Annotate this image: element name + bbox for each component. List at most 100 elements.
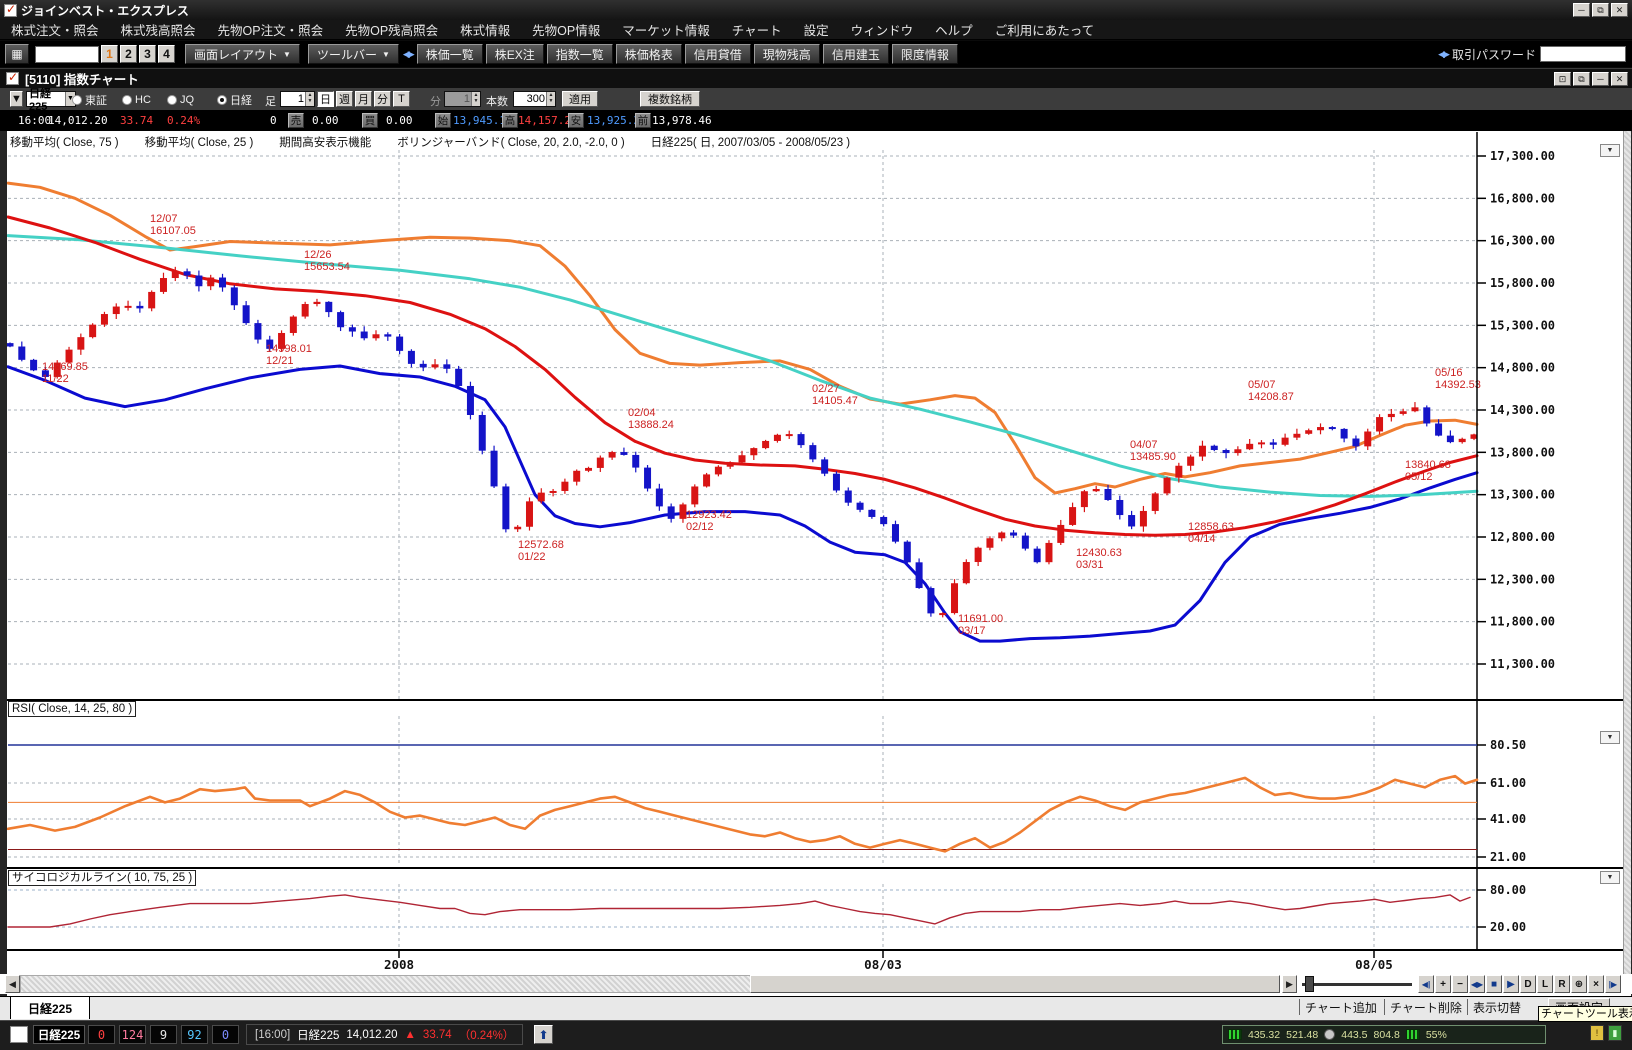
- status-cell-1: 124: [119, 1025, 146, 1044]
- count-stepper[interactable]: 300▲▼: [513, 91, 556, 107]
- svg-text:13,300.00: 13,300.00: [1490, 488, 1555, 502]
- menu-item-10[interactable]: ヘルプ: [924, 20, 984, 39]
- toolbar-button-7[interactable]: 限度情報: [892, 44, 958, 64]
- nav-button-9[interactable]: ⊕: [1571, 975, 1587, 993]
- nav-button-7[interactable]: L: [1537, 975, 1553, 993]
- main-pane-collapse-button[interactable]: ▼: [1600, 144, 1620, 157]
- chart-action-1[interactable]: チャート削除: [1390, 999, 1462, 1016]
- layout-number-3[interactable]: 3: [139, 45, 156, 63]
- chart-window-button-1[interactable]: ⧉: [1573, 72, 1590, 86]
- nav-button-4[interactable]: ■: [1486, 975, 1502, 993]
- app-window-button-1[interactable]: ⧉: [1592, 3, 1609, 17]
- horizontal-scrollbar-thumb[interactable]: [750, 975, 1280, 993]
- toolbar-collapse-icon[interactable]: ◀▶: [403, 49, 413, 60]
- multi-symbol-button[interactable]: 複数銘柄: [640, 91, 700, 107]
- status-quote-pct: （0.24%）: [459, 1027, 515, 1043]
- market-radio-日経[interactable]: 日経: [217, 92, 252, 108]
- toolbar-button-4[interactable]: 信用貸借: [685, 44, 751, 64]
- menu-item-2[interactable]: 先物OP注文・照会: [207, 20, 335, 39]
- period-button-週[interactable]: 週: [336, 91, 353, 107]
- market-radio-JQ[interactable]: JQ: [167, 92, 194, 108]
- layout-number-1[interactable]: 1: [101, 45, 118, 63]
- trade-password-input[interactable]: [1540, 46, 1626, 62]
- toolbar-button-2[interactable]: 指数一覧: [547, 44, 613, 64]
- menu-bar: 株式注文・照会株式残高照会先物OP注文・照会先物OP残高照会株式情報先物OP情報…: [0, 20, 1632, 40]
- nav-button-6[interactable]: D: [1520, 975, 1536, 993]
- up-arrow-button[interactable]: ⬆: [534, 1025, 553, 1044]
- period-button-T[interactable]: T: [393, 91, 410, 107]
- nav-button-10[interactable]: ×: [1588, 975, 1604, 993]
- screen-layout-button[interactable]: 画面レイアウト▼: [185, 44, 300, 64]
- menu-item-0[interactable]: 株式注文・照会: [0, 20, 110, 39]
- symbol-dropdown-button[interactable]: ▼: [10, 91, 23, 107]
- nav-button-11[interactable]: |▶: [1605, 975, 1621, 993]
- app-window-button-0[interactable]: ─: [1573, 3, 1590, 17]
- quote-field-label-高: 高: [502, 113, 518, 128]
- symbol-quick-input[interactable]: [35, 46, 99, 63]
- toolbar-button-1[interactable]: 株EX注: [486, 44, 544, 64]
- nav-button-5[interactable]: ▶: [1503, 975, 1519, 993]
- market-radio-東証[interactable]: 東証: [72, 92, 107, 108]
- period-button-月[interactable]: 月: [355, 91, 372, 107]
- rsi-pane-label: RSI( Close, 14, 25, 80 ): [8, 701, 136, 717]
- svg-text:11,800.00: 11,800.00: [1490, 615, 1555, 629]
- nav-button-3[interactable]: ◀▶: [1469, 975, 1485, 993]
- layout-number-4[interactable]: 4: [158, 45, 175, 63]
- bar-label: 足: [265, 93, 276, 109]
- toolbar-button-6[interactable]: 信用建玉: [823, 44, 889, 64]
- rsi-pane-collapse-button[interactable]: ▼: [1600, 731, 1620, 744]
- tray-network-icon[interactable]: ▮: [1608, 1025, 1622, 1041]
- psych-pane-collapse-button[interactable]: ▼: [1600, 871, 1620, 884]
- toolbar-menu-button[interactable]: ツールバー▼: [308, 44, 399, 64]
- period-button-日[interactable]: 日: [317, 91, 334, 107]
- divider: [1467, 999, 1468, 1015]
- menu-item-3[interactable]: 先物OP残高照会: [334, 20, 449, 39]
- chart-window-button-3[interactable]: ✕: [1611, 72, 1628, 86]
- menu-item-1[interactable]: 株式残高照会: [110, 20, 207, 39]
- scroll-right-button[interactable]: ▶: [1282, 975, 1297, 993]
- nav-button-0[interactable]: ◀|: [1418, 975, 1434, 993]
- bar-width-slider-thumb[interactable]: [1305, 976, 1314, 992]
- svg-text:15,800.00: 15,800.00: [1490, 276, 1555, 290]
- status-window-button[interactable]: [10, 1026, 28, 1043]
- toolbar-button-3[interactable]: 株価格表: [616, 44, 682, 64]
- chart-action-2[interactable]: 表示切替: [1473, 999, 1521, 1016]
- bar-width-slider-track[interactable]: [1302, 983, 1412, 986]
- menu-item-4[interactable]: 株式情報: [449, 20, 521, 39]
- legend-item-4: 日経225( 日, 2007/03/05 - 2008/05/23 ): [651, 134, 850, 150]
- count-label: 本数: [486, 93, 508, 109]
- symbol-combo[interactable]: 日経225 ▼: [26, 91, 76, 107]
- period-button-分[interactable]: 分: [374, 91, 391, 107]
- menu-item-7[interactable]: チャート: [721, 20, 793, 39]
- market-radio-label: 日経: [230, 92, 252, 108]
- menu-item-11[interactable]: ご利用にあたって: [984, 20, 1105, 39]
- menu-item-8[interactable]: 設定: [793, 20, 840, 39]
- bar-count-stepper[interactable]: 1▲▼: [280, 91, 315, 107]
- menu-item-9[interactable]: ウィンドウ: [840, 20, 925, 39]
- app-window-button-2[interactable]: ✕: [1611, 3, 1628, 17]
- chart-canvas[interactable]: 14669.8511/2212/0716107.0514998.0112/211…: [0, 131, 1632, 1020]
- market-radio-HC[interactable]: HC: [122, 92, 151, 108]
- quote-field-label-売: 売: [288, 113, 304, 128]
- apply-button[interactable]: 適用: [562, 91, 598, 107]
- chevron-down-icon: ▼: [382, 50, 390, 59]
- toolbar-button-0[interactable]: 株価一覧: [417, 44, 483, 64]
- menu-item-5[interactable]: 先物OP情報: [521, 20, 611, 39]
- svg-text:14,800.00: 14,800.00: [1490, 361, 1555, 375]
- tray-bell-icon[interactable]: !: [1590, 1025, 1604, 1041]
- window-arrange-icon[interactable]: ▦: [5, 44, 29, 64]
- chart-window-button-2[interactable]: ─: [1592, 72, 1609, 86]
- market-radio-label: JQ: [180, 94, 194, 106]
- nav-button-1[interactable]: +: [1435, 975, 1451, 993]
- menu-item-6[interactable]: マーケット情報: [611, 20, 721, 39]
- nav-button-2[interactable]: −: [1452, 975, 1468, 993]
- chart-window-button-0[interactable]: ⊡: [1554, 72, 1571, 86]
- nav-button-8[interactable]: R: [1554, 975, 1570, 993]
- chart-action-0[interactable]: チャート追加: [1305, 999, 1377, 1016]
- scroll-left-button[interactable]: ◀: [5, 975, 20, 993]
- vertical-scrollbar[interactable]: [1623, 131, 1631, 994]
- tab-nikkei225[interactable]: 日経225: [10, 996, 90, 1019]
- toolbar-button-5[interactable]: 現物残高: [754, 44, 820, 64]
- layout-number-2[interactable]: 2: [120, 45, 137, 63]
- password-collapse-icon[interactable]: ◀▶: [1438, 49, 1448, 60]
